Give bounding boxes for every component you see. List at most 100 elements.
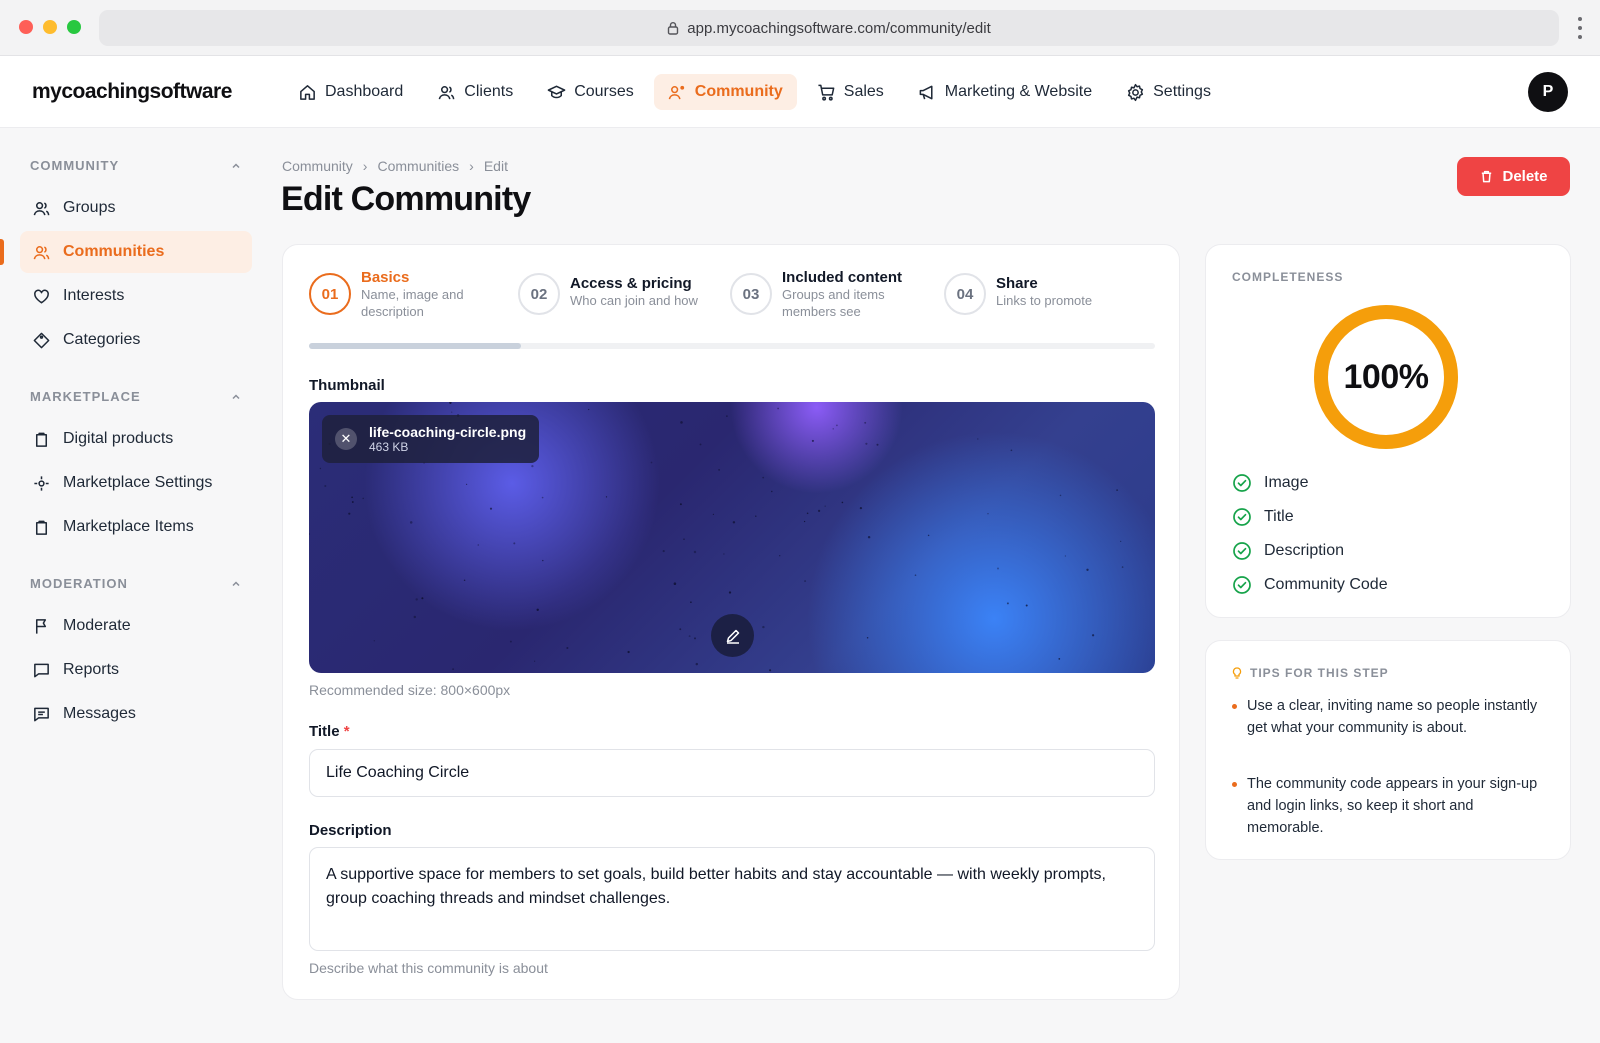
- sidebar-item-categories[interactable]: Categories: [20, 319, 252, 361]
- sidebar-section-moderation[interactable]: MODERATION: [30, 576, 242, 591]
- nav-label: Sales: [843, 83, 884, 100]
- star-dot: [680, 421, 683, 424]
- nav-community[interactable]: Community: [653, 74, 797, 110]
- edit-thumbnail-button[interactable]: [711, 614, 754, 657]
- title-label-text: Title: [309, 723, 340, 740]
- star-dot: [841, 501, 844, 504]
- star-dot: [351, 496, 353, 499]
- step-number: 04: [944, 273, 986, 315]
- step-title: Basics: [361, 269, 410, 286]
- star-dot: [536, 608, 539, 611]
- close-window-button[interactable]: [19, 20, 33, 34]
- star-dot: [679, 628, 682, 631]
- nav-clients[interactable]: Clients: [423, 74, 527, 110]
- star-dot: [987, 513, 989, 515]
- heart-icon: [34, 289, 49, 303]
- file-size: 463 KB: [369, 440, 409, 454]
- checklist-label: Community Code: [1264, 576, 1388, 593]
- home-icon: [300, 84, 315, 100]
- star-dot: [465, 483, 468, 486]
- sidebar-item-moderate[interactable]: Moderate: [20, 605, 252, 647]
- delete-button[interactable]: Delete: [1457, 157, 1570, 196]
- title-input[interactable]: Life Coaching Circle: [309, 749, 1155, 797]
- sidebar-item-label: Groups: [63, 199, 116, 216]
- star-dot: [1058, 658, 1061, 660]
- description-textarea[interactable]: A supportive space for members to set go…: [309, 847, 1155, 951]
- star-dot: [627, 650, 630, 654]
- nav-settings[interactable]: Settings: [1112, 74, 1225, 110]
- sidebar-item-communities[interactable]: Communities: [20, 231, 252, 273]
- completeness-percent: 100%: [1343, 357, 1429, 396]
- tips-caption: TIPS FOR THIS STEP: [1232, 666, 1389, 680]
- section-title: MODERATION: [30, 576, 128, 591]
- nav-dashboard[interactable]: Dashboard: [284, 74, 417, 110]
- star-dot: [726, 415, 728, 417]
- completeness-card: COMPLETENESS 100% Image Title Descriptio…: [1205, 244, 1571, 618]
- checklist-label: Title: [1264, 508, 1294, 525]
- star-dot: [513, 542, 516, 545]
- box-icon: [35, 520, 48, 535]
- star-dot: [699, 443, 702, 446]
- star-dot: [997, 567, 999, 570]
- step-subtitle: Groups and items members see: [782, 287, 885, 319]
- sidebar-item-digital-products[interactable]: Digital products: [20, 418, 252, 460]
- star-dot: [1121, 566, 1124, 568]
- step-subtitle: Links to promote: [996, 293, 1093, 308]
- star-dot: [679, 503, 682, 506]
- star-dot: [762, 625, 765, 629]
- nav-marketing-website[interactable]: Marketing & Website: [904, 74, 1106, 110]
- browser-menu-icon[interactable]: [1578, 17, 1582, 39]
- star-dot: [362, 497, 364, 500]
- tip-item: The community code appears in your sign-…: [1232, 773, 1552, 839]
- tips-card: TIPS FOR THIS STEP Use a clear, inviting…: [1205, 640, 1571, 860]
- star-dot: [695, 662, 699, 666]
- step-included-content[interactable]: 03 Included content Groups and items mem…: [730, 269, 917, 320]
- star-dot: [489, 507, 493, 510]
- star-dot: [1086, 568, 1089, 571]
- star-dot: [348, 512, 351, 515]
- remove-file-button[interactable]: ✕: [335, 428, 357, 450]
- page-title: Edit Community: [281, 180, 531, 218]
- sidebar-section-community[interactable]: COMMUNITY: [30, 158, 242, 173]
- address-bar[interactable]: app.mycoachingsoftware.com/community/edi…: [99, 10, 1559, 46]
- star-dot: [415, 598, 418, 601]
- sidebar-section-marketplace[interactable]: MARKETPLACE: [30, 389, 242, 404]
- star-dot: [688, 635, 691, 638]
- megaphone-icon: [919, 85, 933, 99]
- star-dot: [806, 512, 809, 515]
- app-logo[interactable]: mycoachingsoftware: [32, 80, 232, 104]
- star-dot: [541, 496, 544, 499]
- star-dot: [693, 550, 697, 554]
- breadcrumb-community[interactable]: Community: [282, 158, 353, 174]
- tip-text: Use a clear, inviting name so people ins…: [1247, 698, 1538, 736]
- sidebar-item-messages[interactable]: Messages: [20, 693, 252, 735]
- sidebar-item-marketplace-settings[interactable]: Marketplace Settings: [20, 462, 252, 504]
- chevron-up-icon: [232, 162, 240, 168]
- star-dot: [351, 501, 354, 503]
- star-dot: [373, 640, 375, 642]
- nav-sales[interactable]: Sales: [803, 74, 898, 110]
- thumbnail-preview[interactable]: ✕ life-coaching-circle.png 463 KB: [309, 402, 1155, 673]
- minimize-window-button[interactable]: [43, 20, 57, 34]
- step-basics[interactable]: 01 Basics Name, image and description: [309, 269, 486, 320]
- maximize-window-button[interactable]: [67, 20, 81, 34]
- sidebar: COMMUNITY Groups Communities Interests C…: [0, 128, 262, 1043]
- star-dot: [1059, 494, 1062, 497]
- sidebar-item-groups[interactable]: Groups: [20, 187, 252, 229]
- sidebar-item-interests[interactable]: Interests: [20, 275, 252, 317]
- lightbulb-icon: [1232, 666, 1242, 679]
- step-access-pricing[interactable]: 02 Access & pricing Who can join and how: [518, 269, 720, 315]
- checklist-item-image: Image: [1232, 473, 1308, 493]
- pencil-icon: [726, 629, 739, 644]
- breadcrumb-communities[interactable]: Communities: [377, 158, 459, 174]
- sidebar-item-marketplace-items[interactable]: Marketplace Items: [20, 506, 252, 548]
- step-share[interactable]: 04 Share Links to promote: [944, 269, 1126, 315]
- avatar[interactable]: P: [1528, 72, 1568, 112]
- checklist-label: Description: [1264, 542, 1345, 559]
- tips-caption-text: TIPS FOR THIS STEP: [1250, 666, 1389, 680]
- checklist-label: Image: [1264, 474, 1309, 491]
- sidebar-item-reports[interactable]: Reports: [20, 649, 252, 691]
- sidebar-item-label: Marketplace Settings: [63, 474, 213, 491]
- nav-courses[interactable]: Courses: [533, 74, 648, 110]
- star-dot: [977, 438, 979, 440]
